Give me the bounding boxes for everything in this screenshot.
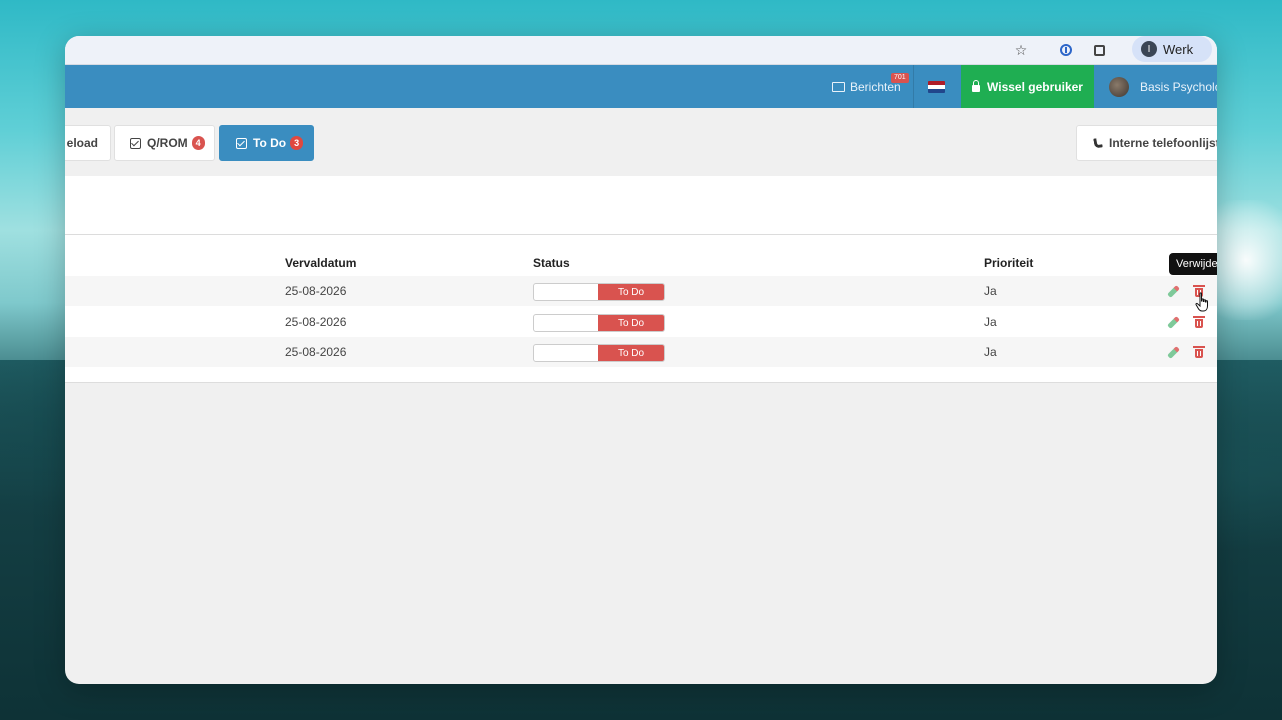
internal-phonebook-label: Interne telefoonlijst: [1109, 136, 1217, 150]
tab-qrom-label: Q/ROM: [147, 136, 188, 150]
messages-link[interactable]: Berichten 701: [832, 65, 909, 108]
due-date-cell: 25-08-2026: [285, 315, 347, 329]
column-header-due-date[interactable]: Vervaldatum: [285, 256, 356, 270]
avatar: [1109, 76, 1129, 97]
table-row: 25-08-2026 To Do Ja: [65, 276, 1217, 306]
password-manager-icon[interactable]: [1056, 36, 1076, 64]
panel-header: [65, 176, 1217, 235]
checkbox-icon: [130, 137, 141, 149]
app-navbar: Berichten 701 Wissel gebruiker Basis Psy…: [65, 65, 1217, 108]
tab-reload[interactable]: eload: [65, 125, 111, 161]
switch-user-label: Wissel gebruiker: [987, 79, 1083, 94]
navbar-divider: [913, 65, 914, 108]
todo-panel: Vervaldatum Status Prioriteit 25-08-2026…: [65, 176, 1217, 383]
due-date-cell: 25-08-2026: [285, 284, 347, 298]
language-flag-icon[interactable]: [928, 81, 945, 93]
tab-todo-badge: 3: [290, 136, 304, 150]
edit-pencil-icon[interactable]: [1166, 316, 1180, 330]
phone-icon: [1093, 137, 1103, 149]
tab-qrom[interactable]: Q/ROM 4: [114, 125, 215, 161]
column-header-priority[interactable]: Prioriteit: [984, 256, 1033, 270]
status-toggle[interactable]: To Do: [533, 314, 665, 332]
status-toggle[interactable]: To Do: [533, 283, 665, 301]
status-toggle-label: To Do: [598, 284, 664, 300]
table-row: 25-08-2026 To Do Ja: [65, 307, 1217, 337]
browser-toolbar: ☆ I Werk: [65, 36, 1217, 65]
edit-pencil-icon[interactable]: [1166, 285, 1180, 299]
status-toggle-label: To Do: [598, 315, 664, 331]
browser-window: ☆ I Werk Berichten 701 Wissel gebruiker …: [65, 36, 1217, 684]
browser-profile-button[interactable]: I Werk: [1132, 36, 1212, 62]
envelope-icon: [832, 81, 845, 92]
priority-cell: Ja: [984, 284, 997, 298]
bookmark-star-icon[interactable]: ☆: [1011, 36, 1031, 64]
due-date-cell: 25-08-2026: [285, 345, 347, 359]
table-row: 25-08-2026 To Do Ja: [65, 337, 1217, 367]
messages-count-badge: 701: [891, 73, 909, 83]
tab-qrom-badge: 4: [191, 136, 205, 150]
column-header-status[interactable]: Status: [533, 256, 570, 270]
tab-todo-label: To Do: [253, 136, 287, 150]
status-toggle-label: To Do: [598, 345, 664, 361]
user-menu[interactable]: Basis Psycholo: [1109, 65, 1217, 108]
switch-user-button[interactable]: Wissel gebruiker: [961, 65, 1094, 108]
tab-todo[interactable]: To Do 3: [219, 125, 314, 161]
extensions-puzzle-icon[interactable]: [1089, 36, 1109, 64]
profile-label: Werk: [1163, 41, 1194, 57]
lock-icon: [972, 80, 981, 92]
profile-avatar: I: [1141, 41, 1157, 57]
priority-cell: Ja: [984, 315, 997, 329]
priority-cell: Ja: [984, 345, 997, 359]
edit-pencil-icon[interactable]: [1166, 346, 1180, 360]
delete-trash-icon[interactable]: [1193, 316, 1205, 329]
internal-phonebook-button[interactable]: Interne telefoonlijst: [1076, 125, 1217, 161]
delete-tooltip: Verwijde: [1169, 253, 1217, 275]
status-toggle[interactable]: To Do: [533, 344, 665, 362]
user-name: Basis Psycholo: [1140, 79, 1217, 94]
delete-trash-icon[interactable]: [1193, 346, 1205, 359]
hand-cursor-icon: [1195, 292, 1208, 312]
tab-reload-label: eload: [66, 136, 98, 150]
checkbox-icon: [236, 137, 247, 149]
